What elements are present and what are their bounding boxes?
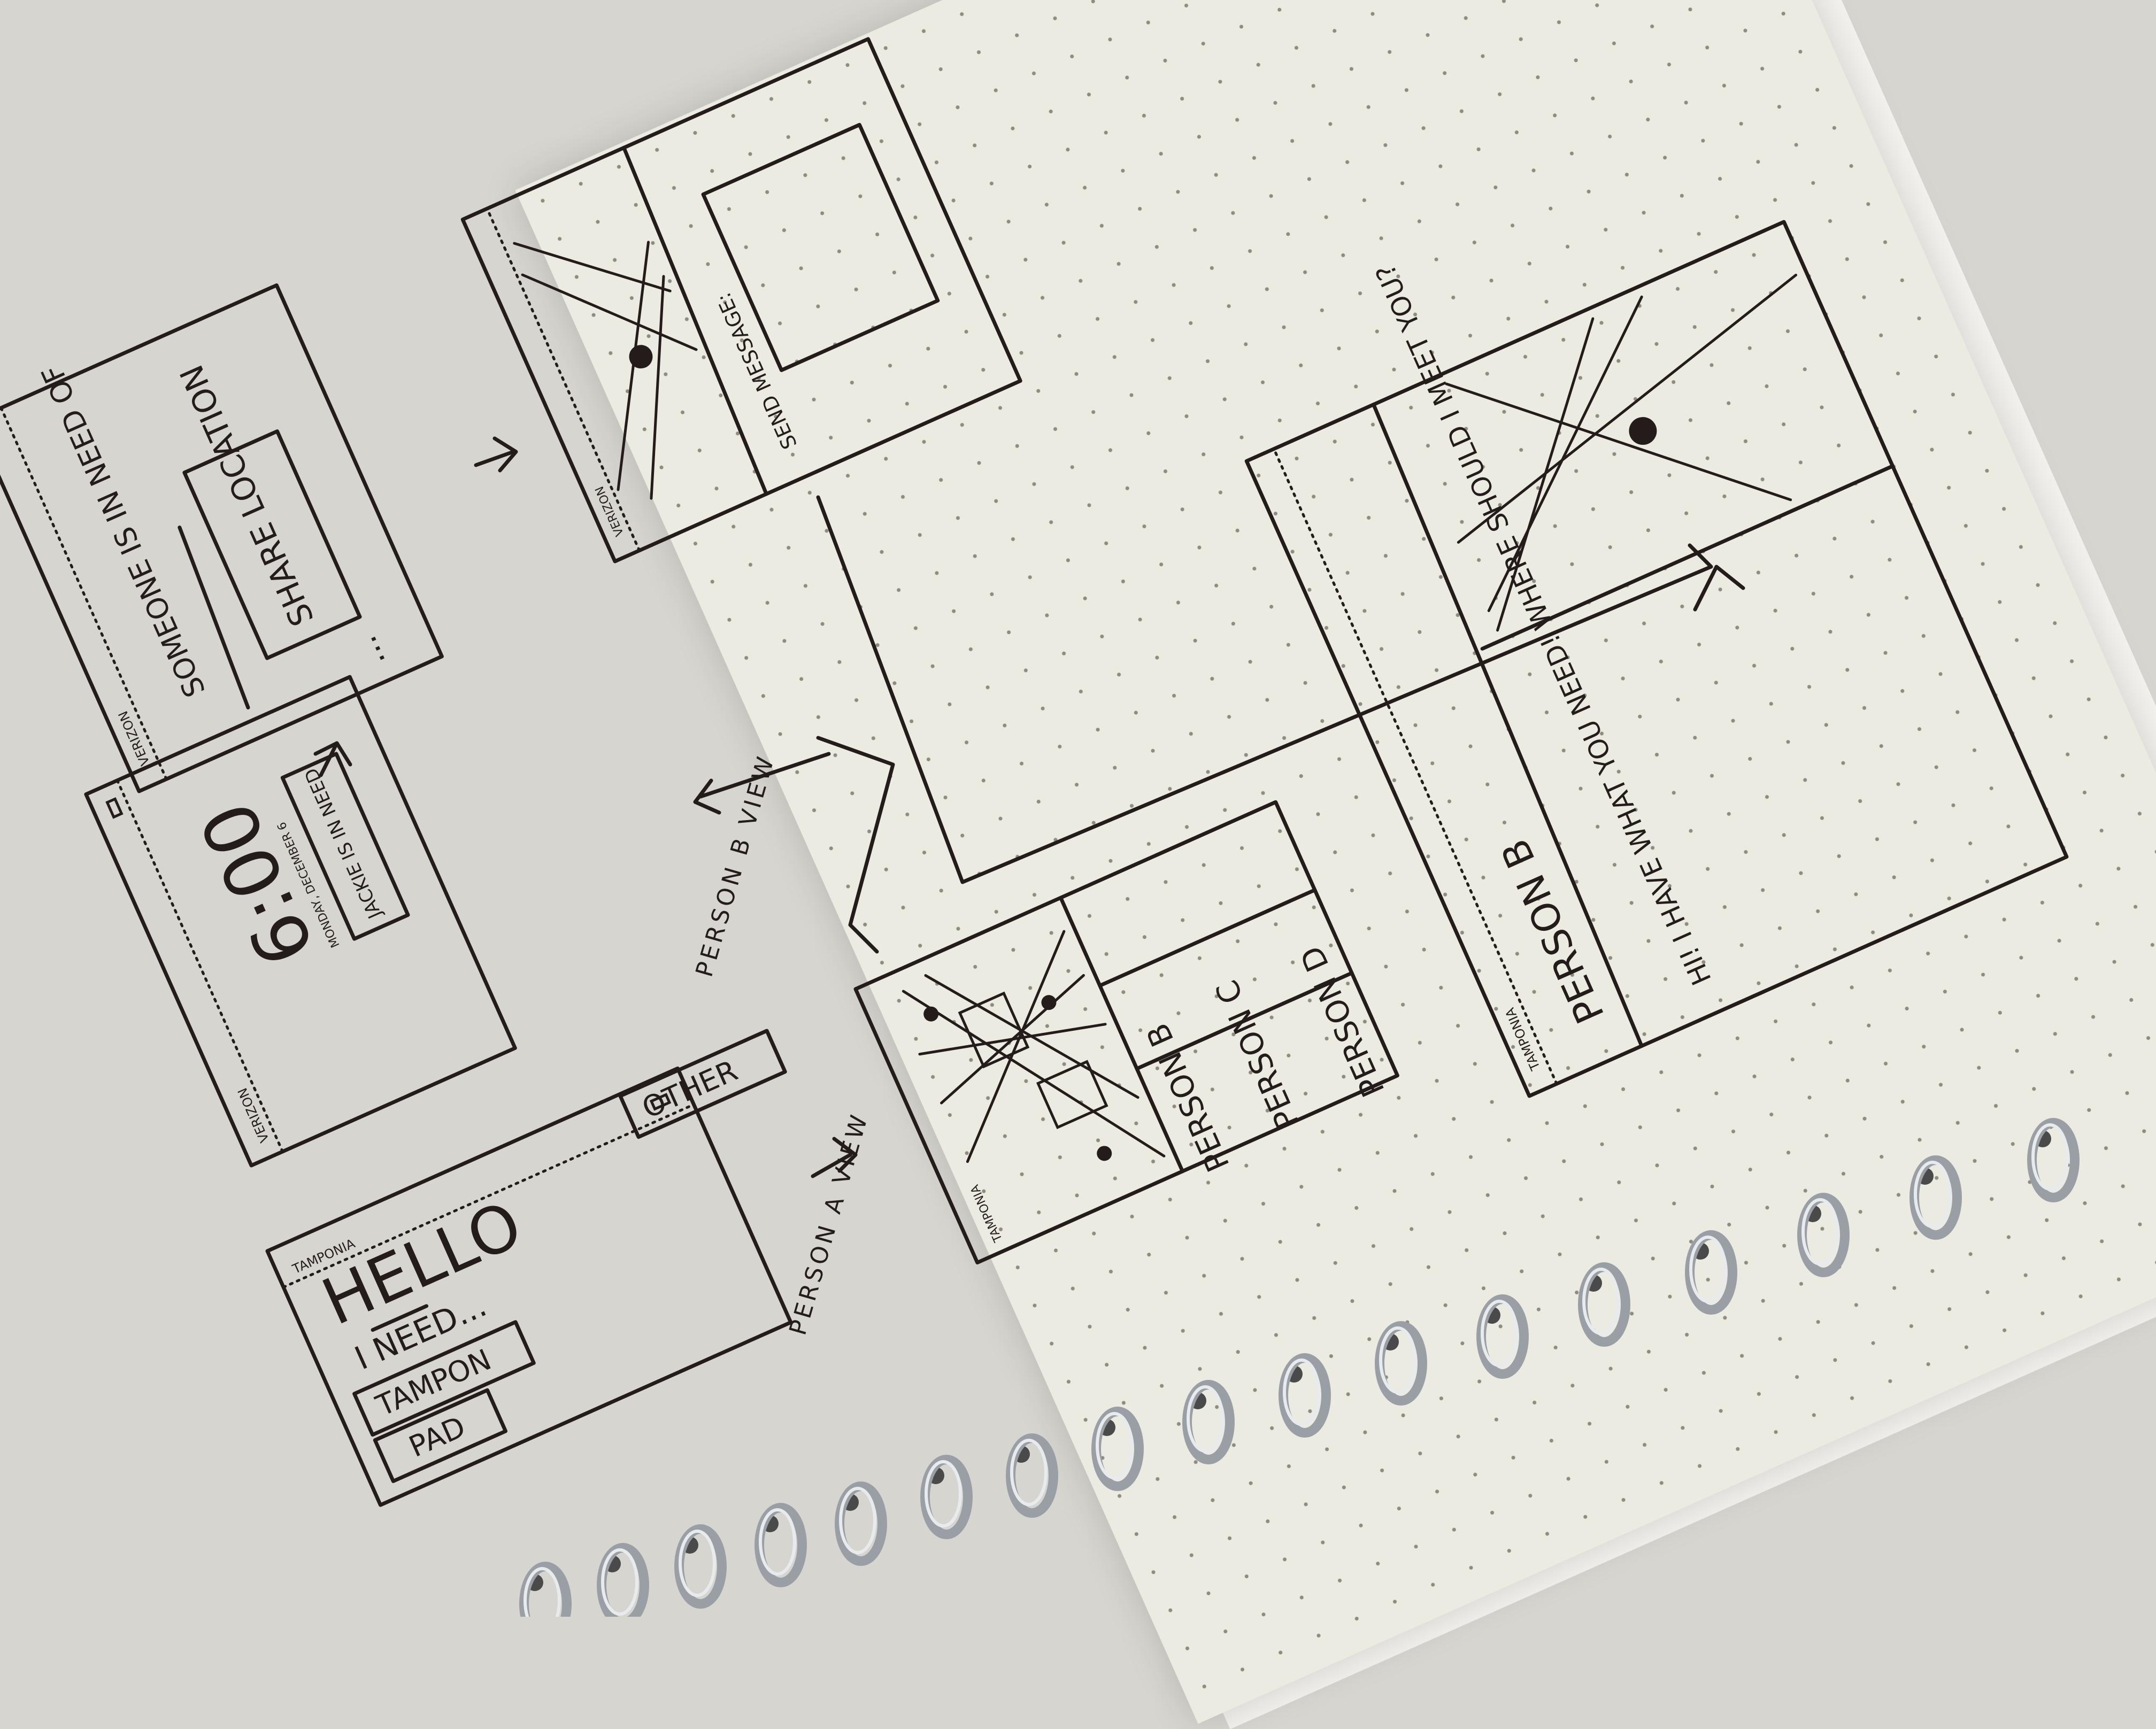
alert-message: SOMEONE IS IN NEED OF <box>35 360 212 703</box>
chat-screen <box>1389 508 2144 1095</box>
notebook-photo: TAMPONIA TAMPONIA HELLO I NEED... TAMPON… <box>0 0 2156 1729</box>
carrier-label: TAMPONIA <box>1502 1005 1543 1073</box>
person-list-screen: TAMPONIA <box>853 800 1399 1265</box>
share-location-button[interactable]: SHARE LOCATION <box>146 345 362 660</box>
flow-arrow-2 <box>474 436 518 473</box>
person-b-label: PERSON B <box>1139 1018 1237 1177</box>
sketch-layer: TAMPONIA TAMPONIA HELLO I NEED... TAMPON… <box>0 37 2144 1617</box>
map-message-screen: VERIZON SEND MESSAGE: <box>460 37 1022 564</box>
map-area[interactable] <box>891 917 1166 1230</box>
location-pin-icon <box>1629 417 1657 445</box>
carrier-label: VERIZON <box>593 484 627 538</box>
location-pin-icon <box>1041 995 1057 1010</box>
person-d-label: PERSON D <box>1293 940 1391 1102</box>
person-d-list-item[interactable]: PERSON D <box>1293 940 1391 1102</box>
alert-screen: VERIZON SOMEONE IS IN NEED OF SHARE LOCA… <box>0 283 444 793</box>
person-a-view-label: PERSON A VIEW <box>784 1109 874 1338</box>
location-pin-icon <box>629 345 653 369</box>
location-pin-icon <box>1097 1146 1112 1161</box>
carrier-label: TAMPONIA <box>968 1183 1006 1245</box>
location-pin-icon <box>923 1006 939 1022</box>
spiral-binding <box>519 1118 2080 1617</box>
more-dots: ... <box>346 630 393 674</box>
person-b-list-item[interactable]: PERSON B <box>1139 1018 1237 1177</box>
lock-screen-content: 6:00 <box>93 884 231 1060</box>
